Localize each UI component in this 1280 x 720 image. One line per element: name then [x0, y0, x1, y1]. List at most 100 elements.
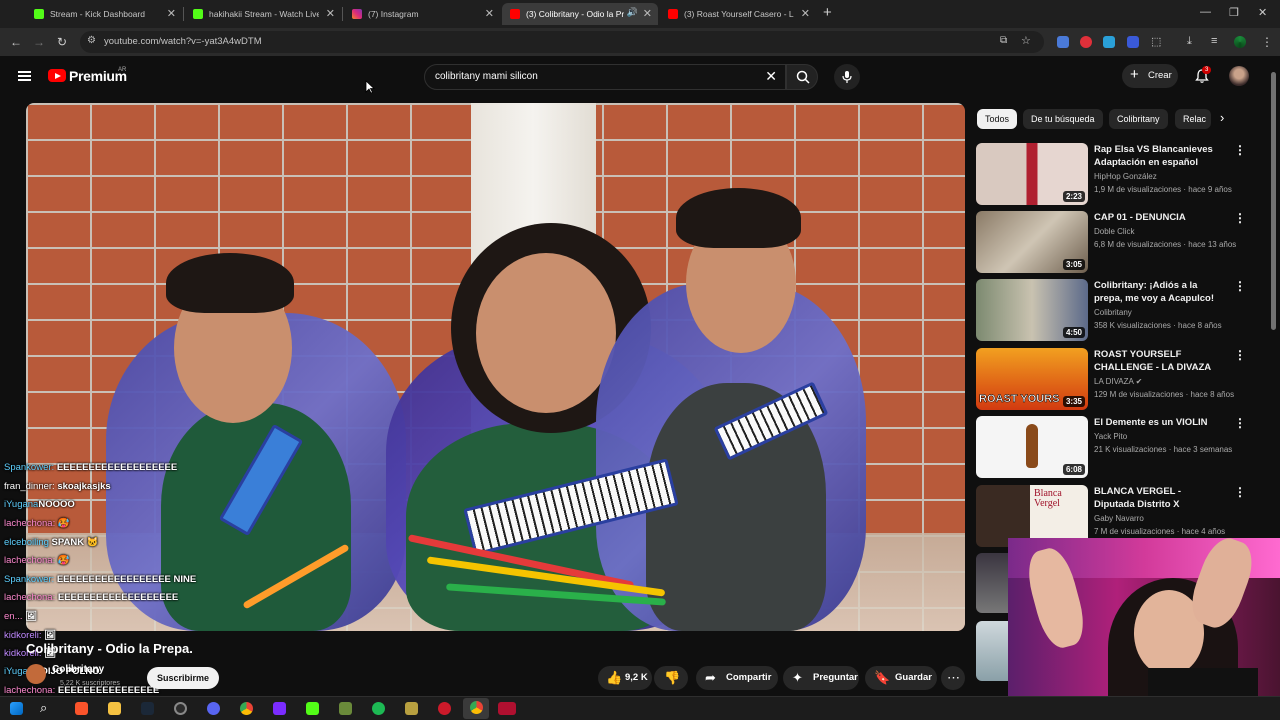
more-vertical-icon[interactable]: ⋮: [1234, 485, 1246, 499]
channel-avatar[interactable]: [26, 664, 46, 684]
create-button[interactable]: + Crear: [1122, 64, 1178, 88]
recommended-channel[interactable]: Doble Click: [1094, 227, 1134, 236]
video-thumbnail[interactable]: [976, 621, 1008, 681]
obs-icon[interactable]: [174, 702, 187, 715]
more-vertical-icon[interactable]: ⋮: [1234, 416, 1246, 430]
video-thumbnail[interactable]: [976, 553, 1008, 613]
profile-avatar[interactable]: [1234, 36, 1246, 48]
video-player[interactable]: [26, 103, 965, 631]
video-thumbnail[interactable]: 2:23: [976, 143, 1088, 205]
chip-from-search[interactable]: De tu búsqueda: [1023, 109, 1103, 129]
page-scrollbar[interactable]: [1271, 72, 1276, 330]
search-button[interactable]: [786, 64, 818, 90]
close-icon[interactable]: ✕: [643, 7, 652, 20]
browser-tab-youtube-roast[interactable]: (3) Roast Yourself Casero - La Fi ✕: [660, 3, 816, 25]
video-thumbnail[interactable]: ROAST YOURS 3:35: [976, 348, 1088, 410]
discord-icon[interactable]: [207, 702, 220, 715]
channel-name[interactable]: Colibritany: [52, 664, 104, 675]
like-button[interactable]: 👍 9,2 K: [598, 666, 652, 690]
spotify-icon[interactable]: [372, 702, 385, 715]
recommended-title[interactable]: Colibritany: ¡Adiós a la prepa, me voy a…: [1094, 279, 1222, 305]
recommended-title[interactable]: Rap Elsa VS Blancanieves Adaptación en e…: [1094, 143, 1222, 169]
search-icon[interactable]: ⌕: [40, 700, 47, 716]
app-icon[interactable]: [405, 702, 418, 715]
recommended-video[interactable]: ROAST YOURS 3:35 ROAST YOURSELF CHALLENG…: [976, 348, 1276, 410]
chrome-icon[interactable]: [240, 702, 253, 715]
search-input[interactable]: colibritany mami silicon ✕: [424, 64, 786, 90]
recommended-channel[interactable]: LA DIVAZA ✔: [1094, 377, 1142, 386]
recommended-title[interactable]: CAP 01 - DENUNCIA: [1094, 211, 1222, 224]
recommended-channel[interactable]: Colibritany: [1094, 308, 1132, 317]
dislike-button[interactable]: 👎: [654, 666, 688, 690]
download-icon[interactable]: ⤓: [1187, 35, 1192, 48]
app-icon[interactable]: [498, 702, 516, 715]
brave-browser-icon[interactable]: [75, 702, 88, 715]
forward-icon[interactable]: →: [33, 35, 45, 49]
new-tab-button[interactable]: +: [823, 4, 832, 21]
chip-related[interactable]: Relac: [1175, 109, 1211, 129]
reload-icon[interactable]: ↻: [57, 35, 67, 49]
ask-button[interactable]: ✦ Preguntar: [783, 666, 859, 690]
more-vertical-icon[interactable]: ⋮: [1234, 143, 1246, 157]
video-thumbnail[interactable]: 4:50: [976, 279, 1088, 341]
extensions-puzzle-icon[interactable]: ⬚: [1151, 35, 1161, 48]
clear-search-icon[interactable]: ✕: [765, 68, 777, 85]
recommended-title[interactable]: El Demente es un VIOLIN: [1094, 416, 1222, 429]
recommended-video[interactable]: 2:23 Rap Elsa VS Blancanieves Adaptación…: [976, 143, 1276, 205]
recommended-title[interactable]: ROAST YOURSELF CHALLENGE - LA DIVAZA: [1094, 348, 1222, 374]
more-vertical-icon[interactable]: ⋮: [1234, 211, 1246, 225]
recommended-video[interactable]: 6:08 El Demente es un VIOLIN Yack Pito 2…: [976, 416, 1276, 478]
browser-tab-kick-dashboard[interactable]: Stream - Kick Dashboard ✕: [26, 3, 182, 25]
kick-icon[interactable]: [306, 702, 319, 715]
share-button[interactable]: ➦ Compartir: [696, 666, 778, 690]
chip-all[interactable]: Todos: [977, 109, 1018, 129]
chevron-right-icon[interactable]: ›: [1220, 110, 1224, 125]
install-app-icon[interactable]: ⧉: [1000, 35, 1007, 46]
site-info-icon[interactable]: ⚙: [87, 35, 96, 46]
chip-channel[interactable]: Colibritany: [1109, 109, 1168, 129]
recommended-video[interactable]: 4:50 Colibritany: ¡Adiós a la prepa, me …: [976, 279, 1276, 341]
minimize-icon[interactable]: —: [1200, 6, 1211, 18]
close-icon[interactable]: ✕: [326, 7, 335, 20]
steam-icon[interactable]: [141, 702, 154, 715]
file-explorer-icon[interactable]: [108, 702, 121, 715]
opera-icon[interactable]: [438, 702, 451, 715]
extension-red-icon[interactable]: [1080, 36, 1092, 48]
browser-menu-icon[interactable]: ⋮: [1261, 35, 1273, 49]
back-icon[interactable]: ←: [10, 35, 22, 49]
save-button[interactable]: 🔖 Guardar: [865, 666, 937, 690]
media-control-icon[interactable]: ≡: [1211, 35, 1217, 47]
recommended-channel[interactable]: HipHop González: [1094, 172, 1157, 181]
more-vertical-icon[interactable]: ⋮: [1234, 279, 1246, 293]
close-window-icon[interactable]: ✕: [1258, 6, 1267, 19]
extension-icon[interactable]: [1057, 36, 1069, 48]
extension-blue-icon[interactable]: [1127, 36, 1139, 48]
youtube-logo-icon[interactable]: [48, 69, 66, 82]
close-icon[interactable]: ✕: [801, 7, 810, 20]
recommended-channel[interactable]: Gaby Navarro: [1094, 514, 1144, 523]
account-avatar[interactable]: [1229, 66, 1249, 86]
extension-translate-icon[interactable]: [1103, 36, 1115, 48]
bookmark-star-icon[interactable]: ☆: [1021, 34, 1031, 47]
recommended-video[interactable]: 3:05 CAP 01 - DENUNCIA Doble Click 6,8 M…: [976, 211, 1276, 273]
recommended-channel[interactable]: Yack Pito: [1094, 432, 1127, 441]
minecraft-icon[interactable]: [339, 702, 352, 715]
address-bar[interactable]: ⚙ youtube.com/watch?v=-yat3A4wDTM ⧉ ☆: [80, 31, 1044, 53]
browser-tab-youtube-active[interactable]: (3) Colibritany - Odio la Pre 🔊 ✕: [502, 3, 658, 25]
start-windows-icon[interactable]: [10, 702, 23, 715]
video-thumbnail[interactable]: 6:08: [976, 416, 1088, 478]
more-vertical-icon[interactable]: ⋮: [1234, 348, 1246, 362]
app-icon[interactable]: [273, 702, 286, 715]
menu-icon[interactable]: [18, 71, 31, 81]
browser-tab-instagram[interactable]: (7) Instagram ✕: [344, 3, 500, 25]
subscribe-button[interactable]: Suscribirme: [147, 667, 219, 689]
browser-tab-kick-stream[interactable]: hakihakii Stream - Watch Live o ✕: [185, 3, 341, 25]
speaker-icon[interactable]: 🔊: [627, 7, 638, 18]
recommended-title[interactable]: BLANCA VERGEL - Diputada Distrito X: [1094, 485, 1222, 511]
active-app-highlight[interactable]: [463, 698, 489, 719]
more-actions-button[interactable]: ⋯: [941, 666, 965, 690]
close-icon[interactable]: ✕: [167, 7, 176, 20]
close-icon[interactable]: ✕: [485, 7, 494, 20]
restore-icon[interactable]: ❐: [1229, 6, 1239, 19]
video-thumbnail[interactable]: 3:05: [976, 211, 1088, 273]
